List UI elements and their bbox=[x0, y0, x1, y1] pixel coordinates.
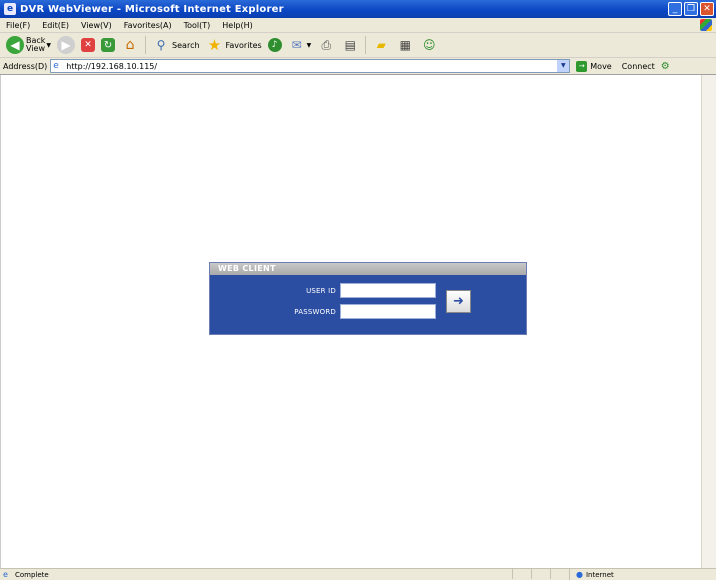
status-bar: e Complete ● Internet bbox=[0, 568, 716, 580]
minimize-button[interactable]: _ bbox=[668, 2, 682, 16]
menu-file[interactable]: File(F) bbox=[0, 21, 36, 30]
page-icon: e bbox=[53, 61, 59, 71]
menu-favorites[interactable]: Favorites(A) bbox=[118, 21, 178, 30]
status-pane bbox=[550, 569, 569, 579]
status-page-icon: e bbox=[3, 570, 8, 579]
research-icon: ▦ bbox=[399, 38, 411, 52]
ie-icon: e bbox=[4, 3, 16, 15]
edit-icon: ▤ bbox=[344, 38, 356, 52]
status-pane bbox=[531, 569, 550, 579]
back-button[interactable]: ◀ Back View ▼ bbox=[6, 36, 51, 54]
menu-edit[interactable]: Edit(E) bbox=[36, 21, 75, 30]
menu-view[interactable]: View(V) bbox=[75, 21, 118, 30]
folder-icon: ▰ bbox=[376, 38, 386, 52]
go-button[interactable]: → Move bbox=[576, 60, 612, 72]
login-submit-button[interactable]: ➜ bbox=[446, 290, 471, 313]
back-arrow-icon: ◀ bbox=[6, 36, 24, 54]
security-zone: ● Internet bbox=[569, 569, 716, 580]
password-label: PASSWORD bbox=[294, 307, 336, 316]
address-label: Address(D) bbox=[3, 61, 48, 71]
user-id-row: USER ID bbox=[210, 283, 436, 298]
extension-icon[interactable]: ⚙ bbox=[661, 61, 670, 72]
search-icon: ⚲ bbox=[156, 38, 166, 52]
folder-button[interactable]: ▰ bbox=[372, 36, 390, 54]
links-button[interactable]: Connect bbox=[622, 62, 655, 71]
zone-label: Internet bbox=[585, 570, 614, 579]
user-id-input[interactable] bbox=[340, 283, 436, 298]
close-button[interactable]: ✕ bbox=[700, 2, 714, 16]
messenger-icon: ☺ bbox=[423, 38, 436, 52]
print-icon: ⎙ bbox=[321, 37, 332, 52]
address-dropdown-icon[interactable]: ▼ bbox=[557, 60, 570, 72]
title-bar: e DVR WebViewer - Microsoft Internet Exp… bbox=[0, 0, 716, 18]
window-title: DVR WebViewer - Microsoft Internet Explo… bbox=[20, 3, 284, 15]
mail-button[interactable]: ✉ ▼ bbox=[288, 36, 312, 54]
forward-arrow-icon: ▶ bbox=[57, 36, 76, 54]
address-field[interactable]: e ▼ bbox=[50, 59, 571, 73]
login-panel: WEB CLIENT USER ID PASSWORD ➜ bbox=[209, 262, 527, 335]
menu-help[interactable]: Help(H) bbox=[216, 21, 259, 30]
back-label: Back View bbox=[26, 36, 46, 53]
user-id-label: USER ID bbox=[306, 286, 336, 295]
maximize-button[interactable]: ❐ bbox=[684, 2, 698, 16]
edit-button[interactable]: ▤ bbox=[341, 36, 359, 54]
address-bar: Address(D) e ▼ → Move Connect ⚙ bbox=[0, 58, 716, 75]
refresh-icon: ↻ bbox=[101, 38, 116, 52]
go-arrow-icon: → bbox=[576, 60, 588, 72]
go-label: Move bbox=[590, 61, 612, 71]
home-button[interactable]: ⌂ bbox=[121, 36, 139, 54]
arrow-right-icon: ➜ bbox=[453, 294, 464, 309]
status-panes: ● Internet bbox=[512, 569, 716, 580]
status-text: Complete bbox=[15, 570, 49, 579]
favorites-label: Favorites bbox=[225, 40, 262, 50]
forward-button[interactable]: ▶ bbox=[57, 36, 76, 54]
refresh-button[interactable]: ↻ bbox=[101, 38, 116, 52]
window-controls: _ ❐ ✕ bbox=[668, 2, 714, 16]
menu-bar: File(F) Edit(E) View(V) Favorites(A) Too… bbox=[0, 18, 716, 33]
stop-button[interactable]: ✕ bbox=[81, 38, 96, 52]
address-input[interactable] bbox=[66, 61, 547, 71]
toolbar: ◀ Back View ▼ ▶ ✕ ↻ ⌂ ⚲ Search ★ Favorit… bbox=[0, 33, 716, 58]
back-dropdown-icon[interactable]: ▼ bbox=[46, 42, 51, 49]
toolbar-separator bbox=[145, 36, 147, 54]
media-button[interactable]: ♪ bbox=[267, 38, 282, 52]
password-row: PASSWORD bbox=[210, 304, 436, 319]
menu-tools[interactable]: Tool(T) bbox=[178, 21, 217, 30]
login-header: WEB CLIENT bbox=[210, 263, 526, 275]
toolbar-separator bbox=[365, 36, 367, 54]
password-input[interactable] bbox=[340, 304, 436, 319]
favorites-button[interactable]: ★ Favorites bbox=[206, 36, 262, 54]
research-button[interactable]: ▦ bbox=[396, 36, 414, 54]
search-button[interactable]: ⚲ Search bbox=[152, 36, 200, 54]
mail-dropdown-icon[interactable]: ▼ bbox=[307, 42, 312, 49]
print-button[interactable]: ⎙ bbox=[317, 36, 335, 54]
page-viewport: WEB CLIENT USER ID PASSWORD ➜ bbox=[0, 75, 716, 568]
windows-logo-icon bbox=[700, 19, 712, 31]
messenger-button[interactable]: ☺ bbox=[420, 36, 438, 54]
search-label: Search bbox=[172, 40, 200, 50]
status-pane bbox=[512, 569, 531, 579]
vertical-scrollbar[interactable] bbox=[701, 75, 716, 568]
mail-icon: ✉ bbox=[291, 38, 302, 52]
stop-icon: ✕ bbox=[81, 38, 96, 52]
globe-icon: ● bbox=[576, 570, 583, 579]
home-icon: ⌂ bbox=[125, 37, 135, 53]
favorites-star-icon: ★ bbox=[207, 36, 222, 54]
media-icon: ♪ bbox=[267, 38, 282, 52]
